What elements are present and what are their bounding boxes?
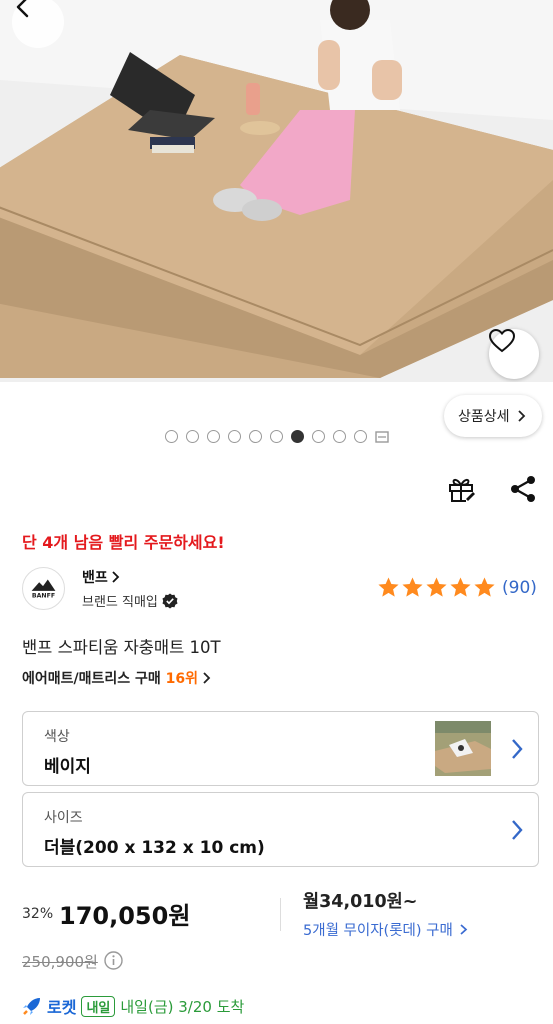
category-rank-link[interactable]: 에어매트/매트리스 구매 16위 — [22, 668, 212, 688]
product-title: 밴프 스파티움 자충매트 10T — [22, 638, 221, 657]
rating[interactable]: (90) — [377, 576, 537, 599]
chevron-right-icon — [460, 924, 468, 935]
rank-number: 16위 — [165, 671, 199, 687]
product-photo — [0, 0, 553, 382]
installment-label: 5개월 무이자(롯데) 구매 — [303, 923, 453, 939]
review-count: (90) — [502, 577, 537, 598]
option-value: 더블(200 x 132 x 10 cm) — [44, 838, 265, 858]
product-detail-label: 상품상세 — [458, 409, 510, 425]
chevron-left-icon — [16, 0, 29, 18]
carousel-dot[interactable] — [333, 430, 346, 443]
carousel-dot[interactable] — [312, 430, 325, 443]
heart-outline-icon — [489, 329, 515, 353]
option-value: 베이지 — [44, 757, 91, 777]
option-label: 색상 — [44, 729, 70, 745]
discount-rate: 32% — [22, 906, 54, 922]
delivery-info: 로켓 내일 내일(금) 3/20 도착 — [22, 994, 244, 1018]
brand-sub-label: 브랜드 직매입 — [82, 595, 158, 610]
star-icon — [474, 577, 495, 597]
price-divider — [280, 898, 281, 931]
monthly-price: 월34,010원~ — [303, 892, 418, 912]
carousel-dot[interactable] — [249, 430, 262, 443]
chevron-right-icon — [512, 820, 523, 840]
carousel-dot[interactable] — [207, 430, 220, 443]
carousel-indicator — [165, 430, 389, 443]
brand-direct-purchase: 브랜드 직매입 — [82, 591, 178, 610]
gallery-more-icon[interactable] — [375, 430, 389, 443]
rocket-label: 로켓 — [47, 998, 77, 1017]
carousel-dot[interactable] — [165, 430, 178, 443]
installment-link[interactable]: 5개월 무이자(롯데) 구매 — [303, 919, 468, 940]
wishlist-button[interactable] — [489, 329, 539, 379]
product-detail-button[interactable]: 상품상세 — [444, 395, 542, 437]
chevron-right-icon — [112, 571, 120, 583]
carousel-dot[interactable] — [186, 430, 199, 443]
rocket-icon — [23, 998, 40, 1015]
size-option-selector[interactable]: 사이즈 더블(200 x 132 x 10 cm) — [22, 792, 539, 867]
info-icon[interactable] — [104, 951, 123, 970]
share-icon[interactable] — [508, 474, 538, 504]
brand-link[interactable]: 밴프 — [82, 567, 121, 587]
gift-icon[interactable] — [446, 474, 476, 504]
star-icon — [378, 577, 399, 597]
brand-logo[interactable]: BANFF — [22, 567, 65, 610]
verified-badge-icon — [162, 593, 178, 608]
carousel-dot[interactable] — [291, 430, 304, 443]
svg-text:BANFF: BANFF — [32, 593, 55, 600]
chevron-right-icon — [517, 410, 525, 422]
color-option-selector[interactable]: 색상 베이지 — [22, 711, 539, 786]
star-icon — [402, 577, 423, 597]
option-label: 사이즈 — [44, 810, 83, 826]
option-thumbnail — [435, 721, 491, 776]
original-price: 250,900원 — [22, 953, 98, 971]
star-icon — [450, 577, 471, 597]
carousel-dot[interactable] — [354, 430, 367, 443]
carousel-dot[interactable] — [228, 430, 241, 443]
sale-price: 170,050원 — [59, 902, 191, 930]
chevron-right-icon — [512, 739, 523, 759]
carousel-dot[interactable] — [270, 430, 283, 443]
star-icon — [426, 577, 447, 597]
rank-category: 에어매트/매트리스 구매 16위 — [22, 671, 199, 687]
product-image[interactable] — [0, 0, 553, 382]
banff-logo-mark: BANFF — [31, 579, 56, 600]
arrival-date: 내일(금) 3/20 도착 — [120, 997, 245, 1016]
stock-notice: 단 4개 남음 빨리 주문하세요! — [22, 533, 225, 552]
tomorrow-badge: 내일 — [81, 995, 116, 1017]
brand-name: 밴프 — [82, 570, 108, 586]
chevron-right-icon — [203, 672, 211, 684]
